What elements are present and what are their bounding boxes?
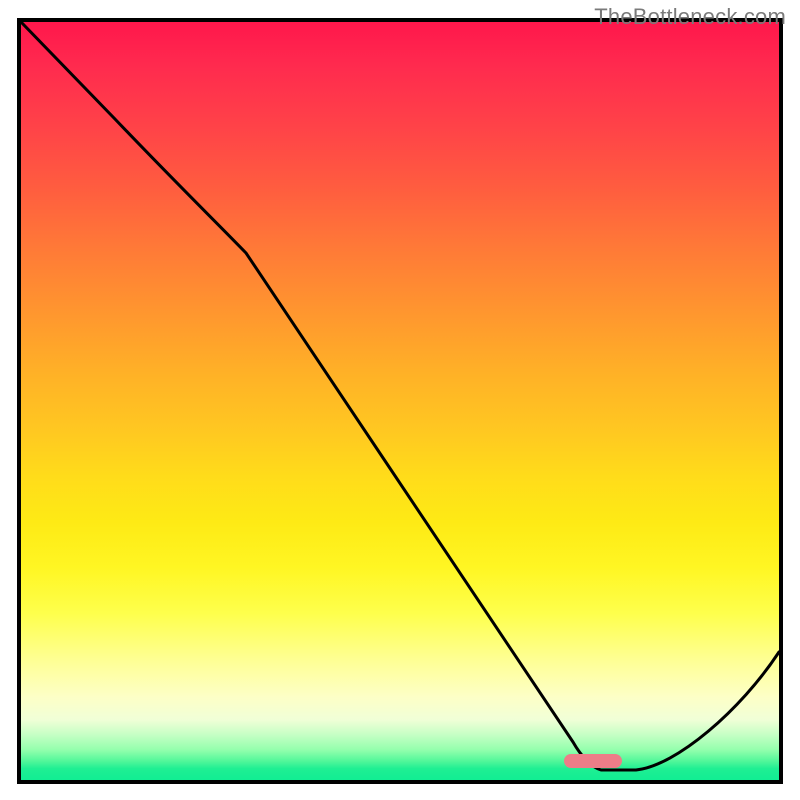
chart-container: TheBottleneck.com: [0, 0, 800, 800]
watermark-text: TheBottleneck.com: [594, 4, 786, 30]
optimal-range-marker: [564, 754, 622, 768]
plot-area: [17, 18, 783, 784]
bottleneck-curve: [21, 22, 779, 770]
curve-svg: [21, 22, 779, 780]
